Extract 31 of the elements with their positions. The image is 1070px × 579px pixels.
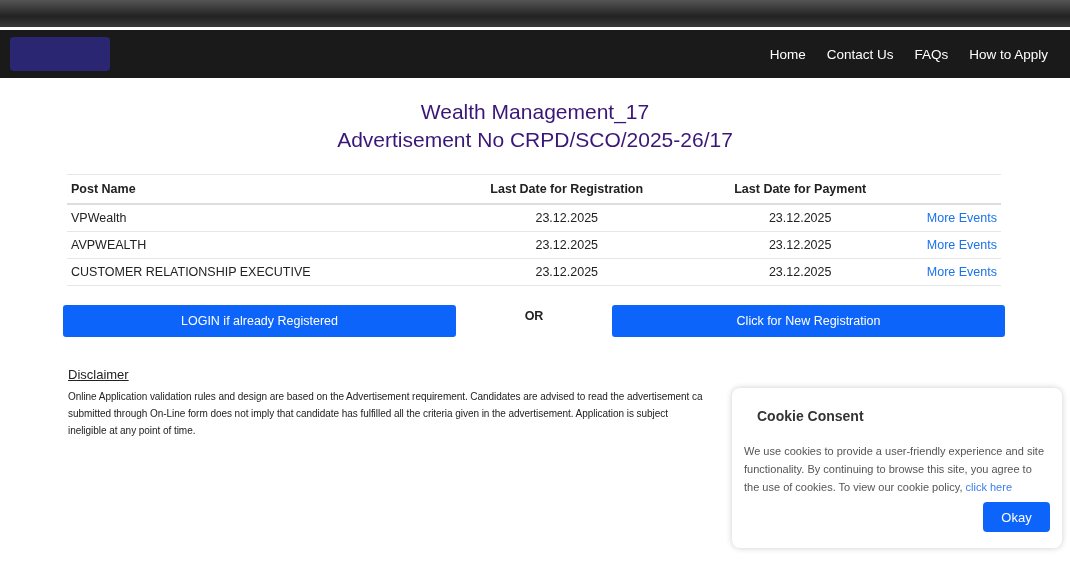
page-subtitle: Advertisement No CRPD/SCO/2025-26/17 [336, 127, 734, 153]
column-header: Last Date for Payment [683, 174, 917, 204]
table-cell: CUSTOMER RELATIONSHIP EXECUTIVE [67, 258, 450, 286]
table-cell: 23.12.2025 [449, 204, 684, 232]
registration-button[interactable]: Click for New Registration [612, 305, 1005, 337]
column-header: Last Date for Registration [449, 174, 684, 204]
nav-link[interactable]: Contact Us [826, 46, 894, 62]
nav-link[interactable]: How to Apply [969, 46, 1048, 62]
table-cell: VPWealth [67, 204, 450, 232]
table-cell: AVPWEALTH [67, 231, 450, 259]
table-cell: 23.12.2025 [683, 258, 917, 286]
okay-button[interactable]: Okay [983, 502, 1050, 532]
more-events-link[interactable]: More Events [926, 211, 997, 225]
logo-icon[interactable] [10, 37, 110, 71]
table-cell: 23.12.2025 [683, 204, 917, 232]
more-events-link[interactable]: More Events [926, 238, 997, 252]
disclaimer-text: Online Application validation rules and design are based on the Advertisement requirement. Candidates are advised to read the advertisement ca submitted through On-Line form does not imply that candidate has fulfilled all the criteria given in the advertisement. Application is subject ineligible at any point of time. [68, 390, 703, 438]
table-cell: 23.12.2025 [683, 231, 917, 259]
column-header: Post Name [67, 174, 450, 204]
nav-link[interactable]: Home [769, 46, 806, 62]
cookie-policy-link[interactable]: click here [965, 481, 1012, 493]
login-button[interactable]: LOGIN if already Registered [63, 305, 456, 337]
nav-link[interactable]: FAQs [914, 46, 949, 62]
dialog-title: Cookie Consent [757, 408, 864, 424]
disclaimer-heading: Disclaimer [68, 367, 129, 382]
or-label: OR [524, 309, 544, 323]
page-title: Wealth Management_17 [419, 99, 651, 126]
more-events-link[interactable]: More Events [926, 265, 997, 279]
cookie-text: We use cookies to provide a user-friendly experience and site functionality. By continuing to browse this site, you agree to the use of cookies. To view our cookie policy, click here [744, 444, 1045, 495]
table-cell: 23.12.2025 [449, 231, 684, 259]
table-cell: 23.12.2025 [449, 258, 684, 286]
